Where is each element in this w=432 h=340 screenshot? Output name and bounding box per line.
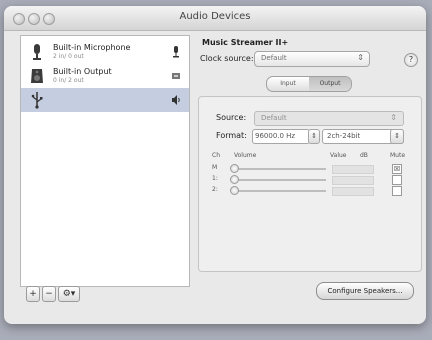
source-value: Default <box>261 114 287 122</box>
volume-value-field <box>332 176 374 185</box>
device-item-built-in-output[interactable]: Built-in Output 0 in/ 2 out <box>21 64 189 88</box>
column-header-ch: Ch <box>212 152 220 159</box>
device-item-built-in-microphone[interactable]: Built-in Microphone 2 in/ 0 out <box>21 40 189 64</box>
window-title: Audio Devices <box>179 11 251 22</box>
mute-checkbox[interactable] <box>392 186 402 196</box>
clock-source-label: Clock source: <box>200 54 254 63</box>
sample-rate-select[interactable]: 96000.0 Hz <box>252 129 310 144</box>
volume-slider[interactable] <box>230 164 239 173</box>
title-bar: Audio Devices <box>4 6 426 31</box>
remove-device-button[interactable]: − <box>42 286 56 302</box>
device-item-music-streamer[interactable] <box>21 88 189 112</box>
device-list[interactable]: Built-in Microphone 2 in/ 0 out Built-in… <box>20 35 190 287</box>
mute-checkbox[interactable] <box>392 175 402 185</box>
device-channels: 0 in/ 2 out <box>53 77 84 84</box>
source-select[interactable]: Default ⇕ <box>254 111 404 126</box>
column-header-value: Value <box>330 152 347 159</box>
configure-speakers-button[interactable]: Configure Speakers... <box>316 282 414 300</box>
stepper-arrows-icon: ⇕ <box>357 53 364 62</box>
source-label: Source: <box>216 113 247 122</box>
channel-label: M <box>212 164 218 171</box>
add-device-button[interactable]: + <box>26 286 40 302</box>
input-output-tabs: Input Output <box>266 76 352 92</box>
volume-track <box>234 179 326 181</box>
device-name: Built-in Microphone <box>53 43 131 52</box>
volume-track <box>234 190 326 192</box>
format-label: Format: <box>216 131 247 140</box>
clock-source-select[interactable]: Default ⇕ <box>254 51 370 67</box>
sample-rate-value: 96000.0 Hz <box>255 132 296 140</box>
tab-output[interactable]: Output <box>309 77 351 91</box>
volume-value-field <box>332 187 374 196</box>
channel-label: 2: <box>212 186 218 193</box>
volume-slider[interactable] <box>230 186 239 195</box>
device-channels: 2 in/ 0 out <box>53 53 84 60</box>
column-header-mute: Mute <box>390 152 406 159</box>
clock-source-value: Default <box>261 54 287 62</box>
device-title: Music Streamer II+ <box>202 38 289 47</box>
channel-label: 1: <box>212 175 218 182</box>
tab-input[interactable]: Input <box>267 77 309 91</box>
volume-slider[interactable] <box>230 175 239 184</box>
speaker-icon <box>31 69 43 83</box>
speaker-volume-icon <box>172 95 180 105</box>
device-name: Built-in Output <box>53 67 112 76</box>
volume-track <box>234 168 326 170</box>
output-badge-icon <box>172 73 180 79</box>
sample-rate-arrows-icon[interactable]: ⇕ <box>308 129 320 144</box>
column-header-db: dB <box>360 152 368 159</box>
microphone-small-icon <box>173 46 179 58</box>
stepper-arrows-icon: ⇕ <box>390 113 397 122</box>
help-button[interactable]: ? <box>404 53 418 67</box>
usb-icon <box>31 92 43 109</box>
action-menu-button[interactable]: ⚙▾ <box>58 286 80 302</box>
channel-format-value: 2ch-24bit <box>327 132 361 140</box>
volume-value-field <box>332 165 374 174</box>
column-header-volume: Volume <box>234 152 257 159</box>
microphone-icon <box>33 44 41 60</box>
channel-format-arrows-icon[interactable]: ⇕ <box>390 129 404 144</box>
mute-checkbox[interactable]: ☒ <box>392 164 402 174</box>
